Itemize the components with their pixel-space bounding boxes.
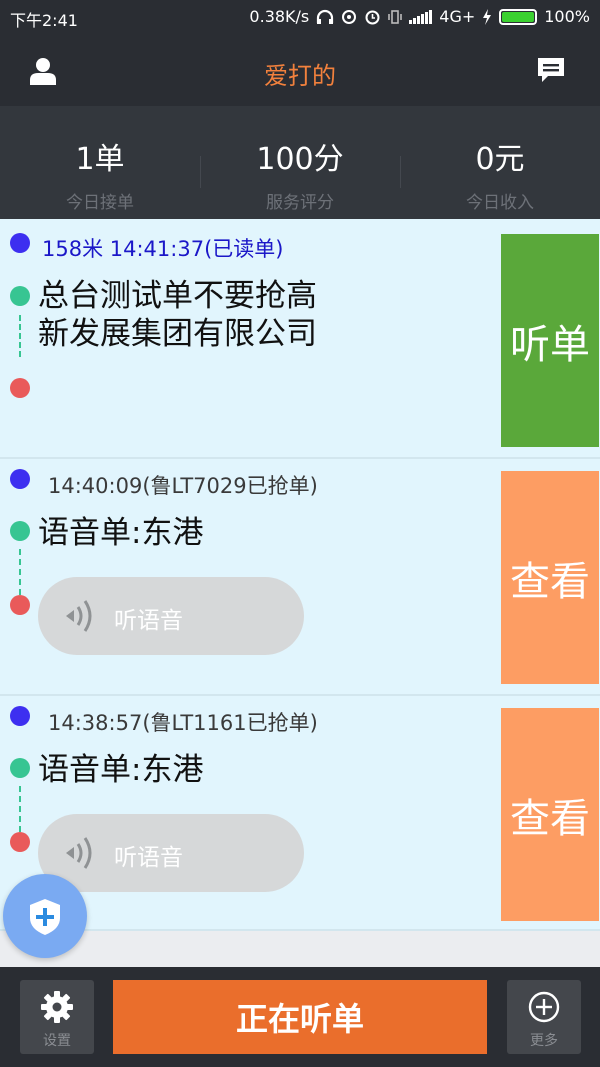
- settings-label: 设置: [43, 1033, 71, 1049]
- app-header: 爱打的: [0, 34, 600, 106]
- stat-orders: 1单 今日接单: [0, 134, 200, 213]
- gear-icon: [41, 991, 73, 1023]
- charging-icon: [483, 8, 492, 25]
- more-label: 更多: [530, 1033, 558, 1049]
- settings-button[interactable]: 设置: [20, 980, 94, 1054]
- order-destination: 语音单:东港: [38, 752, 204, 788]
- vibrate-icon: [388, 9, 403, 24]
- order-meta: 14:40:09(鲁LT7029已抢单): [48, 474, 318, 498]
- destination-line-1: 总台测试单不要抢高: [38, 278, 317, 314]
- more-button[interactable]: 更多: [507, 980, 581, 1054]
- voice-label: 听语音: [114, 845, 183, 871]
- stat-income-label: 今日收入: [466, 193, 534, 213]
- stat-rating: 100分 服务评分: [200, 134, 400, 213]
- order-meta: 14:38:57(鲁LT1161已抢单): [48, 711, 318, 735]
- hotspot-icon: [342, 9, 357, 24]
- pickup-dot: [10, 521, 30, 541]
- plus-circle-icon: [528, 991, 560, 1023]
- safety-fab[interactable]: [3, 874, 87, 958]
- order-meta: 158米 14:41:37(已读单): [42, 237, 284, 261]
- sound-wave-icon: [66, 837, 92, 869]
- order-card[interactable]: 14:38:57(鲁LT1161已抢单) 语音单:东港 听语音 查看: [0, 696, 600, 931]
- route-line: [19, 549, 21, 595]
- voice-label: 听语音: [114, 608, 183, 634]
- pickup-dot: [10, 286, 30, 306]
- listening-toggle-button[interactable]: 正在听单: [113, 980, 487, 1054]
- sound-wave-icon: [66, 600, 92, 632]
- network-speed: 0.38K/s: [249, 7, 310, 26]
- status-time: 下午2:41: [10, 11, 78, 30]
- origin-dot: [10, 233, 30, 253]
- dropoff-dot: [10, 595, 30, 615]
- stat-orders-value: 1单: [75, 142, 125, 177]
- stat-rating-label: 服务评分: [266, 193, 334, 213]
- bottom-bar: 设置 正在听单 更多: [0, 967, 600, 1067]
- destination-line-2: 新发展集团有限公司: [38, 316, 317, 352]
- headphones-icon: [317, 9, 334, 24]
- order-card[interactable]: 158米 14:41:37(已读单) 总台测试单不要抢高 新发展集团有限公司 听…: [0, 219, 600, 459]
- route-line: [19, 786, 21, 832]
- stat-rating-value: 100分: [256, 142, 344, 177]
- voice-play-button[interactable]: 听语音: [38, 577, 304, 655]
- order-card[interactable]: 14:40:09(鲁LT7029已抢单) 语音单:东港 听语音 查看: [0, 459, 600, 696]
- order-list[interactable]: 158米 14:41:37(已读单) 总台测试单不要抢高 新发展集团有限公司 听…: [0, 219, 600, 931]
- status-bar: 下午2:41 0.38K/s 4G+ 100%: [0, 0, 600, 34]
- stats-panel: 1单 今日接单 100分 服务评分 0元 今日收入: [0, 106, 600, 219]
- dropoff-dot: [10, 378, 30, 398]
- route-line: [19, 315, 21, 357]
- origin-dot: [10, 706, 30, 726]
- view-order-button[interactable]: 查看: [501, 708, 599, 921]
- stat-orders-label: 今日接单: [66, 193, 134, 213]
- view-order-button[interactable]: 查看: [501, 471, 599, 684]
- app-title: 爱打的: [264, 62, 336, 90]
- shield-plus-icon: [30, 899, 60, 935]
- network-type: 4G+: [439, 7, 476, 26]
- stat-income-value: 0元: [475, 142, 525, 177]
- order-destination: 语音单:东港: [38, 515, 204, 551]
- pickup-dot: [10, 758, 30, 778]
- message-icon[interactable]: [536, 56, 566, 84]
- alarm-icon: [365, 10, 380, 25]
- status-indicators: 0.38K/s 4G+ 100%: [249, 7, 590, 26]
- signal-icon: [409, 9, 433, 24]
- listen-order-button[interactable]: 听单: [501, 234, 599, 447]
- dropoff-dot: [10, 832, 30, 852]
- origin-dot: [10, 469, 30, 489]
- stat-income: 0元 今日收入: [400, 134, 600, 213]
- battery-icon: [499, 8, 538, 25]
- battery-percent: 100%: [544, 7, 590, 26]
- order-destination: 总台测试单不要抢高 新发展集团有限公司: [38, 277, 317, 353]
